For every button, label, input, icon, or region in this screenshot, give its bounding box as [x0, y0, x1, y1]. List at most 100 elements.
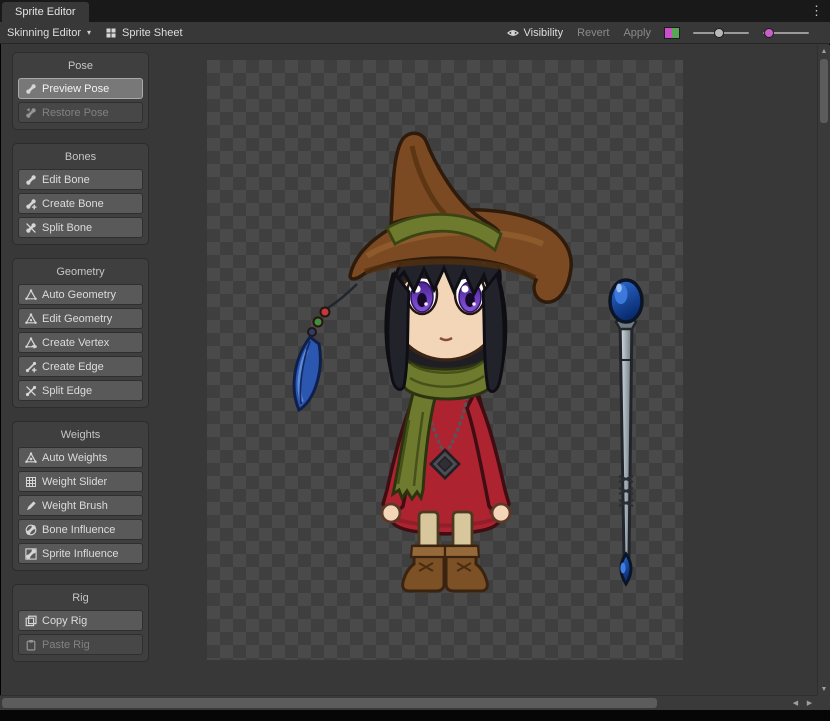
bone-opacity-slider[interactable]	[693, 27, 749, 39]
apply-button[interactable]: Apply	[616, 22, 658, 43]
button-label: Split Edge	[42, 385, 92, 397]
button-bone-influence[interactable]: Bone Influence	[18, 519, 143, 540]
auto-weights-icon	[25, 452, 37, 464]
tab-sprite-editor[interactable]: Sprite Editor	[2, 2, 89, 22]
create-edge-icon	[25, 361, 37, 373]
edit-geometry-icon	[25, 313, 37, 325]
sprite-influence-icon	[25, 548, 37, 560]
button-weight-slider[interactable]: Weight Slider	[18, 471, 143, 492]
right-boot	[445, 546, 487, 591]
button-label: Edit Geometry	[42, 313, 112, 325]
sprite-sheet-icon	[105, 27, 117, 39]
sprite-canvas[interactable]	[207, 60, 683, 660]
swatch-color	[672, 28, 679, 38]
button-auto-geometry[interactable]: Auto Geometry	[18, 284, 143, 305]
button-label: Paste Rig	[42, 639, 90, 651]
bone-color-swatch-icon[interactable]	[664, 27, 680, 39]
panel-pose: Pose Preview Pose Restore Pose	[12, 52, 149, 130]
button-label: Auto Weights	[42, 452, 107, 464]
slider-knob[interactable]	[764, 28, 774, 38]
restore-pose-icon	[25, 107, 37, 119]
preview-pose-icon	[25, 83, 37, 95]
scroll-down-icon[interactable]: ▼	[818, 683, 830, 695]
paste-rig-icon	[25, 639, 37, 651]
kebab-menu-icon[interactable]: ⋮	[810, 2, 823, 20]
scroll-up-icon[interactable]: ▲	[818, 45, 830, 57]
horizontal-scrollbar-thumb[interactable]	[2, 698, 657, 708]
bead-red	[321, 308, 330, 317]
button-label: Create Edge	[42, 361, 104, 373]
visibility-button[interactable]: Visibility	[500, 22, 571, 43]
feather-charm	[294, 284, 357, 410]
left-hand	[382, 504, 400, 522]
button-paste-rig[interactable]: Paste Rig	[18, 634, 143, 655]
toolbar: Skinning Editor ▾ Sprite Sheet Visibilit…	[0, 22, 830, 44]
sprite-sheet-label: Sprite Sheet	[122, 27, 183, 39]
slider-knob[interactable]	[714, 28, 724, 38]
button-label: Weight Slider	[42, 476, 107, 488]
horizontal-scrollbar[interactable]: ◀ ▶	[0, 695, 817, 710]
scrollbar-corner	[817, 695, 830, 710]
create-bone-icon	[25, 198, 37, 210]
scroll-right-icon[interactable]: ▶	[803, 696, 816, 710]
split-bone-icon	[25, 222, 37, 234]
witch-character-sprite	[294, 133, 571, 591]
panel-weights: Weights Auto Weights Weight Slider Weight B…	[12, 421, 149, 571]
create-vertex-icon	[25, 337, 37, 349]
left-hair-lock	[388, 274, 409, 389]
right-hair-lock	[483, 274, 504, 391]
panel-geometry: Geometry Auto Geometry Edit Geometry Create…	[12, 258, 149, 408]
button-label: Copy Rig	[42, 615, 87, 627]
button-edit-bone[interactable]: Edit Bone	[18, 169, 143, 190]
swatch-color	[665, 28, 672, 38]
revert-button[interactable]: Revert	[570, 22, 616, 43]
staff-sprite	[610, 280, 642, 584]
button-restore-pose[interactable]: Restore Pose	[18, 102, 143, 123]
button-label: Restore Pose	[42, 107, 109, 119]
edit-bone-icon	[25, 174, 37, 186]
window-bottom-edge	[0, 710, 830, 721]
button-split-bone[interactable]: Split Bone	[18, 217, 143, 238]
button-label: Split Bone	[42, 222, 92, 234]
button-split-edge[interactable]: Split Edge	[18, 380, 143, 401]
eye-icon	[507, 27, 519, 39]
button-label: Create Vertex	[42, 337, 109, 349]
button-label: Auto Geometry	[42, 289, 116, 301]
button-label: Create Bone	[42, 198, 104, 210]
panel-title: Geometry	[18, 263, 143, 284]
button-auto-weights[interactable]: Auto Weights	[18, 447, 143, 468]
visibility-label: Visibility	[524, 27, 564, 39]
button-label: Preview Pose	[42, 83, 109, 95]
button-create-bone[interactable]: Create Bone	[18, 193, 143, 214]
button-edit-geometry[interactable]: Edit Geometry	[18, 308, 143, 329]
sprite-sheet-button[interactable]: Sprite Sheet	[98, 22, 190, 43]
weight-slider-icon	[25, 476, 37, 488]
panel-title: Rig	[18, 589, 143, 610]
panel-title: Pose	[18, 57, 143, 78]
staff-top-gem	[610, 280, 642, 322]
button-copy-rig[interactable]: Copy Rig	[18, 610, 143, 631]
button-label: Sprite Influence	[42, 548, 118, 560]
button-label: Weight Brush	[42, 500, 108, 512]
copy-rig-icon	[25, 615, 37, 627]
panel-bones: BonesEdit BoneCreate BoneSplit Bone	[12, 143, 149, 245]
button-sprite-influence[interactable]: Sprite Influence	[18, 543, 143, 564]
skinning-editor-dropdown[interactable]: Skinning Editor ▾	[0, 22, 98, 43]
scroll-left-icon[interactable]: ◀	[789, 696, 802, 710]
sprite-opacity-slider[interactable]	[763, 27, 809, 39]
button-create-edge[interactable]: Create Edge	[18, 356, 143, 377]
bead-green	[314, 318, 323, 327]
button-label: Bone Influence	[42, 524, 115, 536]
left-boot	[403, 546, 445, 591]
bone-influence-icon	[25, 524, 37, 536]
button-preview-pose[interactable]: Preview Pose	[18, 78, 143, 99]
tab-label: Sprite Editor	[15, 6, 76, 18]
canvas-artwork	[207, 60, 683, 660]
button-create-vertex[interactable]: Create Vertex	[18, 332, 143, 353]
vertical-scrollbar-thumb[interactable]	[820, 59, 828, 123]
vertical-scrollbar[interactable]: ▲ ▼	[817, 45, 830, 695]
button-weight-brush[interactable]: Weight Brush	[18, 495, 143, 516]
panel-rig: Rig Copy Rig Paste Rig	[12, 584, 149, 662]
button-label: Edit Bone	[42, 174, 90, 186]
panel-title: Weights	[18, 426, 143, 447]
